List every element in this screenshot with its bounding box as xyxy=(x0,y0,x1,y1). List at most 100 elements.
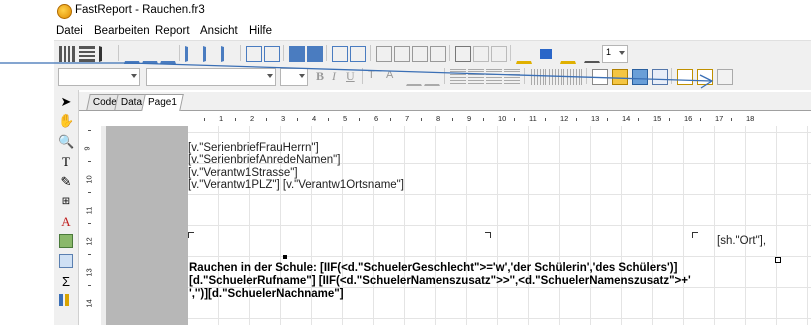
ruler-number: 18 xyxy=(746,114,755,123)
ruler-tick xyxy=(297,118,298,121)
text-valign-bottom-icon[interactable] xyxy=(566,69,582,85)
frame-right-icon[interactable] xyxy=(430,46,446,62)
band-tool-icon[interactable]: ⊞ xyxy=(58,194,74,210)
menu-report[interactable]: Report xyxy=(155,25,190,37)
text-tool-icon[interactable]: T xyxy=(58,154,74,170)
same-height-icon[interactable] xyxy=(350,46,366,62)
frame-bottom-icon[interactable] xyxy=(394,46,410,62)
address-line-4[interactable]: [v."Verantw1PLZ"] [v."Verantw1Ortsname"] xyxy=(188,179,404,191)
ruler-tick xyxy=(731,118,732,121)
toolbar-separator xyxy=(444,68,445,84)
text-object-icon[interactable]: A xyxy=(58,214,74,230)
font-name-select[interactable] xyxy=(146,68,276,86)
app-icon xyxy=(57,4,72,19)
italic-icon[interactable]: I xyxy=(332,69,336,84)
align-left-icon[interactable] xyxy=(124,46,140,64)
frame-color-icon[interactable] xyxy=(540,49,552,59)
ruler-number: 1 xyxy=(219,114,224,123)
picture-object-icon[interactable] xyxy=(59,234,73,248)
frame-width-select[interactable]: 1 xyxy=(602,45,628,63)
font-size-select[interactable] xyxy=(280,68,308,86)
center-horizontal-icon[interactable] xyxy=(289,46,305,62)
font-settings-icon[interactable]: T xyxy=(368,69,375,81)
text-align-left-icon[interactable] xyxy=(450,69,466,85)
frame-none-icon[interactable] xyxy=(473,46,489,62)
toolbar-separator xyxy=(240,45,241,61)
fit-grid-icon[interactable] xyxy=(99,46,117,62)
grid-icon[interactable] xyxy=(59,46,75,62)
menu-bearbeiten[interactable]: Bearbeiten xyxy=(94,25,150,37)
ruler-tick xyxy=(235,118,236,121)
menu-datei[interactable]: Datei xyxy=(56,25,83,37)
text-align-center-icon[interactable] xyxy=(468,69,484,85)
shadow-icon[interactable] xyxy=(491,46,507,62)
ruler-number: 16 xyxy=(684,114,693,123)
ruler-number: 5 xyxy=(343,114,348,123)
ruler-number: 8 xyxy=(436,114,441,123)
subject-line-2[interactable]: [d."SchuelerRufname"] [IIF(<d."SchuelerN… xyxy=(189,275,691,287)
save-icon[interactable] xyxy=(632,69,648,85)
tab-page1[interactable]: Page1 xyxy=(141,94,184,111)
subject-line-3[interactable]: ','')][d."SchuelerNachname"] xyxy=(189,288,344,300)
hand-tool-icon[interactable]: ✋ xyxy=(58,113,74,129)
format-painter-icon[interactable]: ✎ xyxy=(58,174,74,190)
ruler-number: 13 xyxy=(591,114,600,123)
space-vertical-icon[interactable] xyxy=(264,46,280,62)
text-valign-top-icon[interactable] xyxy=(530,69,546,85)
frame-all-icon[interactable] xyxy=(455,46,471,62)
subreport-icon[interactable] xyxy=(59,254,73,268)
align-center-icon[interactable] xyxy=(142,46,158,64)
subject-line-1[interactable]: Rauchen in der Schule: [IIF(<d."Schueler… xyxy=(189,262,677,274)
text-justify-icon[interactable] xyxy=(504,69,520,85)
new-report-icon[interactable] xyxy=(592,69,608,85)
align-bottom-icon[interactable] xyxy=(221,46,239,62)
selection-handle[interactable] xyxy=(283,255,287,259)
address-line-1[interactable]: [v."SerienbriefFrauHerrn"] xyxy=(188,142,319,154)
text-valign-middle-icon[interactable] xyxy=(548,69,564,85)
ruler-tick xyxy=(88,254,91,255)
highlight-icon[interactable] xyxy=(406,69,422,86)
align-grid-icon[interactable] xyxy=(79,46,95,62)
space-horizontal-icon[interactable] xyxy=(246,46,262,62)
same-width-icon[interactable] xyxy=(332,46,348,62)
ruler-number: 9 xyxy=(467,114,472,123)
frame-style-icon[interactable] xyxy=(560,46,576,64)
open-folder-icon[interactable] xyxy=(612,69,628,85)
fill-color-icon[interactable] xyxy=(516,46,532,64)
new-page-icon[interactable] xyxy=(677,69,693,85)
underline-icon[interactable]: U xyxy=(346,69,355,84)
rotate-text-icon[interactable] xyxy=(424,69,440,86)
ruler-tick xyxy=(638,118,639,121)
memo-corner xyxy=(188,232,194,238)
menu-hilfe[interactable]: Hilfe xyxy=(249,25,272,37)
menu-ansicht[interactable]: Ansicht xyxy=(200,25,238,37)
line-width-icon[interactable] xyxy=(584,46,600,63)
delete-page-icon[interactable] xyxy=(717,69,733,85)
preview-icon[interactable] xyxy=(652,69,668,85)
selection-handle[interactable] xyxy=(775,257,781,263)
ruler-number: 14 xyxy=(622,114,631,123)
address-line-2[interactable]: [v."SerienbriefAnredeNamen"] xyxy=(188,154,340,166)
select-tool-icon[interactable]: ➤ xyxy=(58,94,74,110)
ruler-tick xyxy=(576,118,577,121)
style-select[interactable] xyxy=(58,68,140,86)
new-dialog-icon[interactable] xyxy=(697,69,713,85)
ruler-tick xyxy=(514,118,515,121)
bold-icon[interactable]: B xyxy=(316,69,324,84)
sum-icon[interactable]: Σ xyxy=(58,274,74,290)
horizontal-ruler: 1 2 3 4 5 6 7 8 9 10 11 12 13 14 15 16 17 18 xyxy=(186,112,811,127)
ruler-number: 12 xyxy=(560,114,569,123)
align-right-icon[interactable] xyxy=(160,46,176,64)
align-top-icon[interactable] xyxy=(185,46,203,62)
place-field[interactable]: [sh."Ort"], xyxy=(717,235,766,247)
chart-object-icon[interactable] xyxy=(59,294,71,306)
frame-left-icon[interactable] xyxy=(412,46,428,62)
font-color-icon[interactable]: A xyxy=(386,69,393,81)
center-vertical-icon[interactable] xyxy=(307,46,323,62)
ruler-number: 14 xyxy=(84,299,94,308)
text-align-right-icon[interactable] xyxy=(486,69,502,85)
frame-top-icon[interactable] xyxy=(376,46,392,62)
zoom-tool-icon[interactable]: 🔍 xyxy=(58,134,74,150)
align-middle-icon[interactable] xyxy=(203,46,221,62)
address-line-3[interactable]: [v."Verantw1Strasse"] xyxy=(188,167,298,179)
